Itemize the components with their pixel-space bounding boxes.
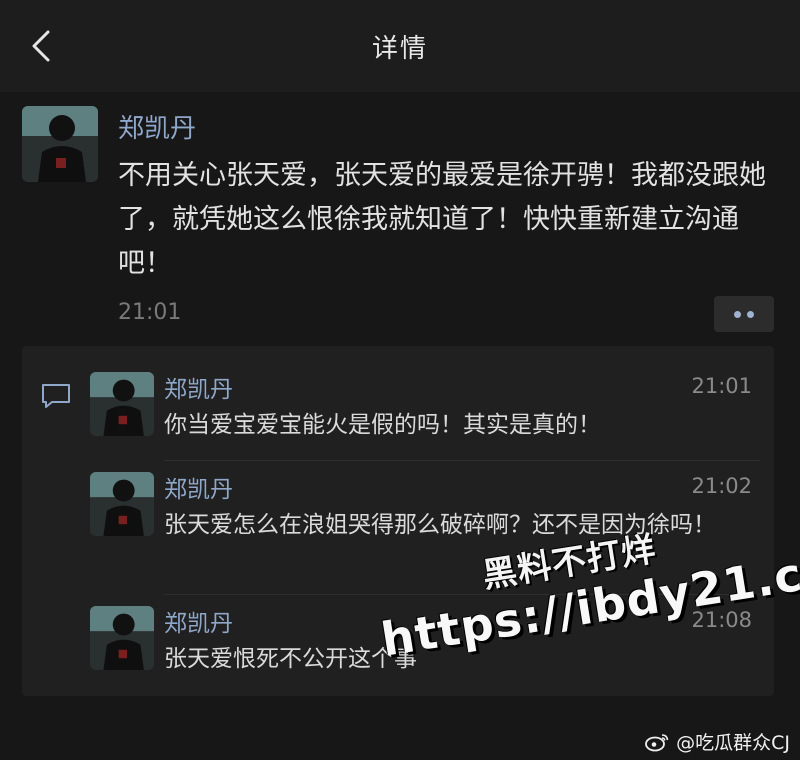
weibo-icon <box>645 734 669 752</box>
post-author[interactable]: 郑凯丹 <box>118 108 196 145</box>
avatar[interactable] <box>22 106 98 182</box>
avatar[interactable] <box>90 606 154 670</box>
comment-author[interactable]: 郑凯丹 <box>164 370 233 404</box>
top-bar: 详情 <box>0 0 800 92</box>
source-handle: @吃瓜群众CJ <box>676 732 790 754</box>
avatar-image <box>90 472 154 536</box>
comment-text: 你当爱宝爱宝能火是假的吗！其实是真的！ <box>164 412 601 438</box>
divider <box>164 460 760 461</box>
post-text: 不用关心张天爱，张天爱的最爱是徐开骋！我都没跟她了，就凭她这么恨徐我就知道了！快… <box>118 160 766 279</box>
avatar[interactable] <box>90 372 154 436</box>
comment-icon <box>42 384 70 408</box>
avatar-image <box>90 372 154 436</box>
dot-icon <box>747 311 754 318</box>
comment-author[interactable]: 郑凯丹 <box>164 470 233 504</box>
post-time: 21:01 <box>118 300 182 325</box>
avatar[interactable] <box>90 472 154 536</box>
comment-time: 21:02 <box>691 474 752 498</box>
page-title: 详情 <box>371 34 428 64</box>
more-options-button[interactable] <box>714 296 774 332</box>
comment-author[interactable]: 郑凯丹 <box>164 604 233 638</box>
avatar-image <box>90 606 154 670</box>
source-credit: @吃瓜群众CJ <box>644 728 790 755</box>
dot-icon <box>734 311 741 318</box>
comment-time: 21:01 <box>691 374 752 398</box>
avatar-image <box>22 106 98 182</box>
